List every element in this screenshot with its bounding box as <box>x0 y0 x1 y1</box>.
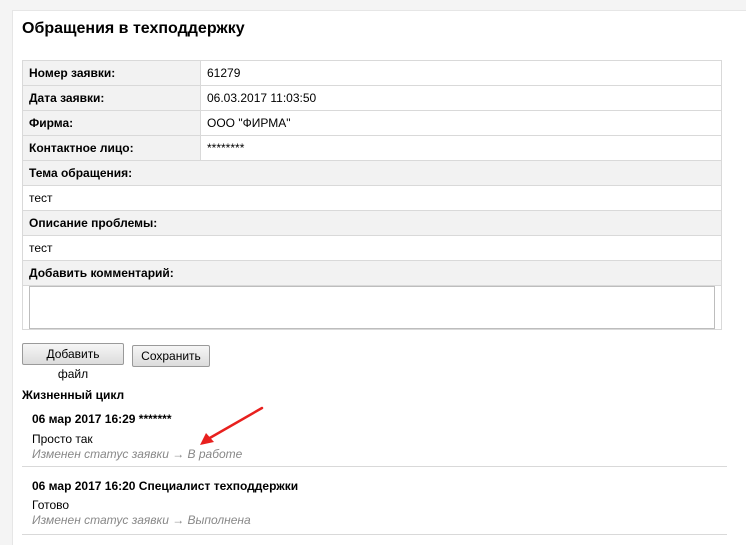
entry-status: Изменен статус заявки → Выполнена <box>32 513 251 527</box>
lifecycle-title: Жизненный цикл <box>22 388 125 402</box>
description-label: Описание проблемы: <box>22 210 722 236</box>
description-value-row: тест <box>22 235 722 261</box>
comment-cell <box>22 285 722 330</box>
entry-message: Готово <box>32 498 70 512</box>
subject-value-row: тест <box>22 185 722 211</box>
save-button[interactable]: Сохранить <box>132 345 210 367</box>
field-label-contact: Контактное лицо: <box>22 135 201 161</box>
field-value-date: 06.03.2017 11:03:50 <box>200 85 722 111</box>
field-value-number: 61279 <box>200 60 722 86</box>
red-arrow-icon <box>200 406 264 445</box>
field-value-contact: ******** <box>200 135 722 161</box>
field-label-company: Фирма: <box>22 110 201 136</box>
entry-header: 06 мар 2017 16:20 Специалист техподдержк… <box>32 479 299 493</box>
field-label-number: Номер заявки: <box>22 60 201 86</box>
ticket-form: Номер заявки: 61279 Дата заявки: 06.03.2… <box>22 60 722 330</box>
entry-divider <box>22 466 727 467</box>
add-file-button[interactable]: Добавить файл <box>22 343 124 381</box>
subject-header-row: Тема обращения: <box>22 160 722 186</box>
field-row-date: Дата заявки: 06.03.2017 11:03:50 <box>22 85 722 111</box>
comment-header-row: Добавить комментарий: <box>22 260 722 286</box>
page-title: Обращения в техподдержку <box>22 20 245 37</box>
subject-value: тест <box>22 185 722 211</box>
comment-input-row <box>22 285 722 330</box>
description-header-row: Описание проблемы: <box>22 210 722 236</box>
entry-divider <box>22 534 727 535</box>
subject-label: Тема обращения: <box>22 160 722 186</box>
field-label-date: Дата заявки: <box>22 85 201 111</box>
field-row-contact: Контактное лицо: ******** <box>22 135 722 161</box>
entry-message: Просто так <box>32 432 93 446</box>
comment-textarea[interactable] <box>29 286 715 329</box>
field-row-company: Фирма: ООО "ФИРМА" <box>22 110 722 136</box>
entry-header: 06 мар 2017 16:29 ******* <box>32 412 172 426</box>
description-value: тест <box>22 235 722 261</box>
field-value-company: ООО "ФИРМА" <box>200 110 722 136</box>
field-row-number: Номер заявки: 61279 <box>22 60 722 86</box>
comment-label: Добавить комментарий: <box>22 260 722 286</box>
